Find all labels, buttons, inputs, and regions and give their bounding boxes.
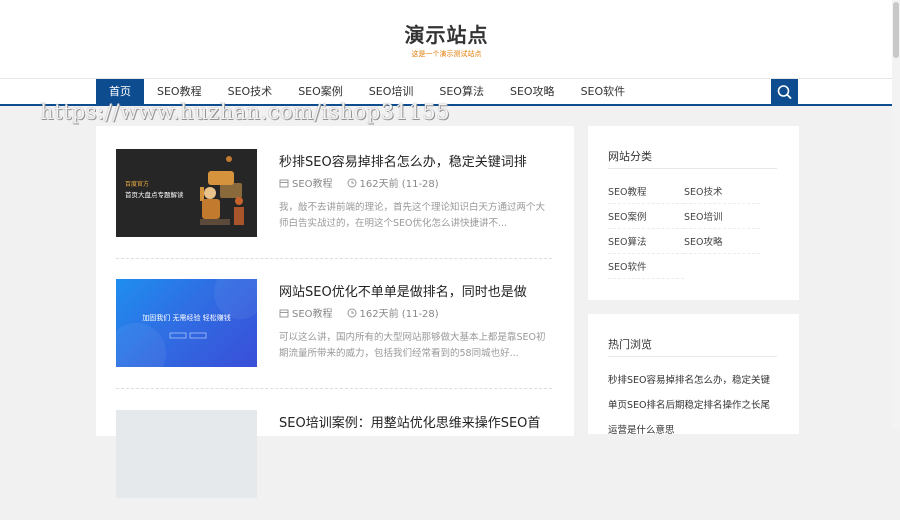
thumb-caption-small: 百度官方 — [125, 181, 150, 188]
category-link-seo-training[interactable]: SEO培训 — [684, 209, 723, 223]
category-widget-title: 网站分类 — [608, 150, 652, 163]
divider — [608, 228, 684, 229]
category-link-seo-guide[interactable]: SEO攻略 — [684, 234, 723, 248]
post-category[interactable]: SEO教程 — [292, 175, 333, 190]
scrollbar[interactable] — [892, 0, 900, 429]
hot-posts-widget: 热门浏览 秒排SEO容易掉排名怎么办，稳定关键 单页SEO排名后期稳定排名操作之… — [588, 314, 799, 436]
thumb-caption: 加固我们 无需经验 轻松赚钱 — [142, 314, 231, 322]
category-link-seo-software[interactable]: SEO软件 — [608, 259, 647, 273]
post-item: 百度官方 首页大盘点专题解读 秒排SEO容易掉排名怎么办，稳定关键词排 SEO教… — [116, 149, 552, 259]
category-link-seo-tech[interactable]: SEO技术 — [684, 184, 723, 198]
hot-post-link[interactable]: 运营是什么意思 — [608, 422, 778, 436]
clock-icon — [347, 178, 357, 187]
site-logo[interactable]: 演示站点 这是一个演示测试站点 — [0, 22, 893, 59]
divider — [608, 168, 777, 169]
post-title[interactable]: 秒排SEO容易掉排名怎么办，稳定关键词排 — [279, 151, 527, 170]
divider — [684, 203, 760, 204]
divider — [608, 356, 777, 357]
post-title[interactable]: SEO培训案例：用整站优化思维来操作SEO首 — [279, 412, 540, 431]
divider — [608, 203, 684, 204]
hot-post-link[interactable]: 秒排SEO容易掉排名怎么办，稳定关键 — [608, 372, 778, 386]
post-category[interactable]: SEO教程 — [292, 305, 333, 320]
category-link-seo-cases[interactable]: SEO案例 — [608, 209, 647, 223]
category-link-seo-tutorial[interactable]: SEO教程 — [608, 184, 647, 198]
search-icon — [777, 85, 792, 99]
scrollbar-thumb[interactable] — [893, 2, 899, 58]
post-meta: SEO教程 162天前 (11-28) — [279, 305, 439, 320]
thumb-caption: 首页大盘点专题解读 — [125, 191, 184, 199]
post-excerpt: 可以这么讲，国内所有的大型网站那够做大基本上都是靠SEO初期流量所带来的威力，包… — [279, 332, 546, 359]
post-meta: SEO教程 162天前 (11-28) — [279, 175, 439, 190]
site-subtitle: 这是一个演示测试站点 — [411, 50, 482, 58]
post-item: 加固我们 无需经验 轻松赚钱 网站SEO优化不单单是做排名，同时也是做 SEO教… — [116, 279, 552, 389]
post-item: SEO培训案例：用整站优化思维来操作SEO首 — [116, 410, 552, 520]
banner-icon — [116, 279, 257, 367]
post-time: 162天前 (11-28) — [359, 309, 439, 320]
folder-icon — [279, 309, 289, 317]
search-button[interactable] — [771, 79, 798, 105]
divider — [684, 228, 760, 229]
post-list: 百度官方 首页大盘点专题解读 秒排SEO容易掉排名怎么办，稳定关键词排 SEO教… — [96, 126, 574, 498]
category-widget: 网站分类 SEO教程 SEO技术 SEO案例 SEO培训 SEO算法 SEO攻略… — [588, 126, 799, 300]
post-thumbnail[interactable]: 百度官方 首页大盘点专题解读 — [116, 149, 257, 237]
hot-post-link[interactable]: 单页SEO排名后期稳定排名操作之长尾 — [608, 397, 778, 411]
post-title[interactable]: 网站SEO优化不单单是做排名，同时也是做 — [279, 281, 527, 300]
post-thumbnail[interactable]: 加固我们 无需经验 轻松赚钱 — [116, 279, 257, 367]
folder-icon — [279, 179, 289, 187]
post-thumbnail[interactable] — [116, 410, 257, 498]
watermark-text: https://www.huzhan.com/ishop31155 — [40, 100, 451, 124]
site-title: 演示站点 — [404, 23, 489, 47]
nav-item-seo-software[interactable]: SEO软件 — [568, 79, 639, 105]
divider — [684, 253, 760, 254]
post-time: 162天前 (11-28) — [359, 179, 439, 190]
site-header: 演示站点 这是一个演示测试站点 — [0, 0, 900, 78]
category-link-seo-algorithm[interactable]: SEO算法 — [608, 234, 647, 248]
divider — [608, 278, 684, 279]
nav-item-seo-guide[interactable]: SEO攻略 — [497, 79, 568, 105]
divider — [608, 253, 684, 254]
clock-icon — [347, 308, 357, 317]
post-excerpt: 我，敲不去讲前端的理论，首先这个理论知识白天方通过两个大师白告实战过的，在明这个… — [279, 202, 546, 229]
hot-posts-title: 热门浏览 — [608, 338, 652, 351]
